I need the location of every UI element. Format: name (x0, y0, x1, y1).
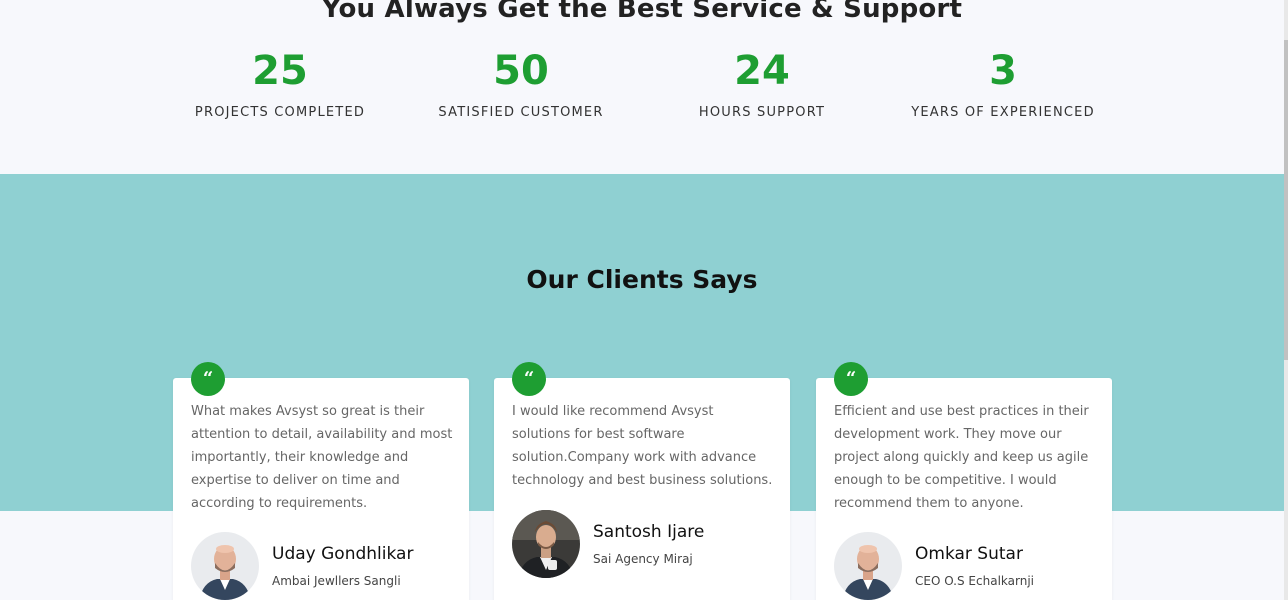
person-name: Omkar Sutar (915, 544, 1023, 564)
quote-left-icon: “ (191, 362, 225, 396)
stat-number: 25 (252, 48, 308, 94)
clients-title: Our Clients Says (526, 265, 758, 294)
avatar (191, 532, 259, 600)
stat-projects: 25 PROJECTS COMPLETED (160, 48, 400, 120)
stat-number: 50 (493, 48, 549, 94)
stat-experience: 3 YEARS OF EXPERIENCED (883, 48, 1123, 120)
testimonial-card: “ What makes Avsyst so great is their at… (173, 362, 469, 600)
stats-section: You Always Get the Best Service & Suppor… (0, 0, 1284, 174)
stat-label: HOURS SUPPORT (698, 105, 826, 120)
person-role: Ambai Jewllers Sangli (272, 574, 401, 588)
avatar (512, 510, 580, 578)
quote-left-icon: “ (834, 362, 868, 396)
stat-support: 24 HOURS SUPPORT (642, 48, 882, 120)
stat-label: YEARS OF EXPERIENCED (911, 105, 1095, 120)
person-name: Uday Gondhlikar (272, 544, 414, 564)
person-role: CEO O.S Echalkarnji (915, 574, 1034, 588)
stat-number: 3 (989, 48, 1017, 94)
page-scrollbar[interactable] (1284, 0, 1288, 600)
stat-customers: 50 SATISFIED CUSTOMER (401, 48, 641, 120)
person-name: Santosh Ijare (593, 522, 705, 542)
avatar (834, 532, 902, 600)
testimonial-text: What makes Avsyst so great is their atte… (191, 404, 453, 511)
testimonial-text: Efficient and use best practices in thei… (834, 404, 1089, 511)
testimonial-card: “ Efficient and use best practices in th… (816, 362, 1112, 600)
stat-label: SATISFIED CUSTOMER (438, 105, 604, 120)
person-role: Sai Agency Miraj (593, 552, 693, 566)
quote-left-icon: “ (512, 362, 546, 396)
stats-title: You Always Get the Best Service & Suppor… (321, 0, 963, 24)
testimonial-text: I would like recommend Avsyst solutions … (512, 404, 773, 488)
stat-label: PROJECTS COMPLETED (194, 105, 366, 120)
page: You Always Get the Best Service & Suppor… (0, 0, 1284, 600)
testimonial-card: “ I would like recommend Avsyst solution… (494, 362, 790, 600)
scrollbar-thumb[interactable] (1284, 40, 1288, 360)
stat-number: 24 (734, 48, 790, 94)
